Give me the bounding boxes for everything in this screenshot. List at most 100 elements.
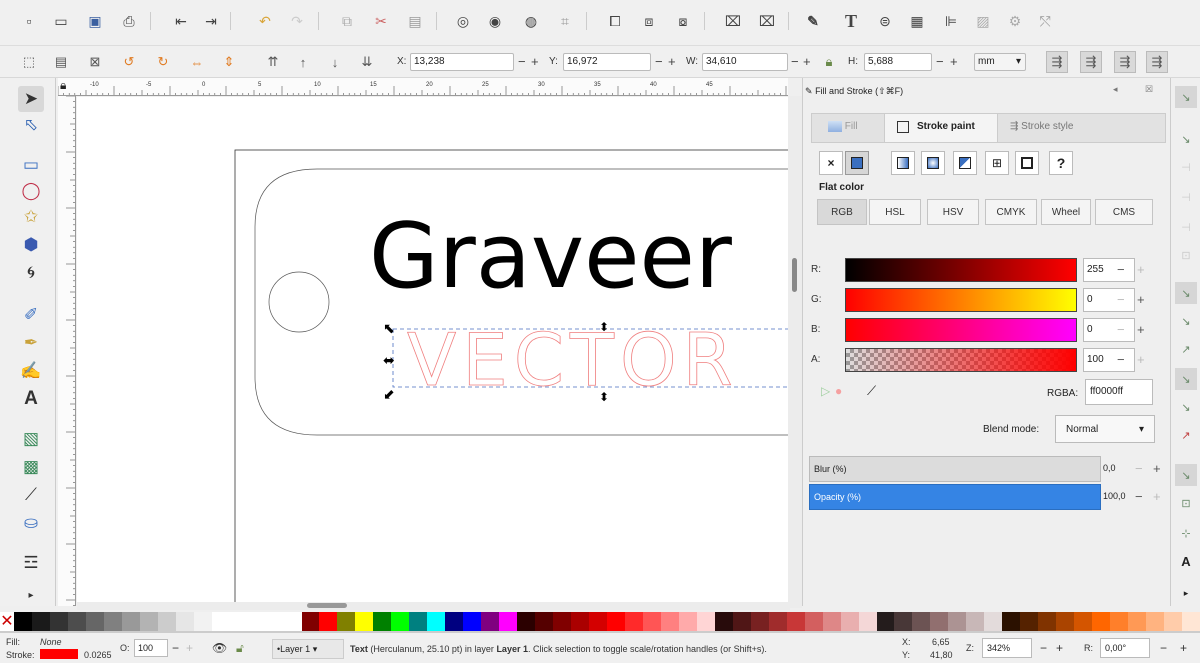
stroke-swatch[interactable]: [40, 649, 78, 659]
palette-swatch[interactable]: [966, 612, 985, 632]
mode-cms-tab[interactable]: CMS: [1095, 199, 1153, 225]
palette-swatch[interactable]: [103, 612, 122, 632]
export-icon[interactable]: ⇥: [200, 10, 222, 32]
palette-swatch[interactable]: [894, 612, 913, 632]
channel-b-slider[interactable]: [845, 318, 1077, 342]
palette-swatch[interactable]: [373, 612, 392, 632]
palette-swatch[interactable]: [157, 612, 176, 632]
palette-swatch[interactable]: [732, 612, 751, 632]
spiral-tool-icon[interactable]: 🌀︎: [18, 260, 44, 286]
objects-dialog-icon[interactable]: ▦: [906, 10, 928, 32]
channel-r-field[interactable]: 255: [1083, 258, 1135, 282]
palette-swatch[interactable]: [786, 612, 805, 632]
select-all-icon[interactable]: ⬚: [18, 51, 40, 73]
star-tool-icon[interactable]: ✩: [18, 204, 44, 230]
layer-visibility-icon[interactable]: 👁︎: [212, 641, 227, 655]
palette-swatch[interactable]: [1110, 612, 1129, 632]
move-patterns-toggle[interactable]: ⇶: [1146, 51, 1168, 73]
w-decrement-button[interactable]: −: [791, 54, 799, 69]
palette-swatch[interactable]: [948, 612, 967, 632]
flip-horizontal-icon[interactable]: ⇔: [186, 51, 208, 73]
x-field[interactable]: 13,238: [410, 53, 514, 71]
paint-radial-button[interactable]: [921, 151, 945, 175]
flip-vertical-icon[interactable]: ⇕: [218, 51, 240, 73]
vector-text[interactable]: VECTOR: [407, 318, 739, 403]
unit-select[interactable]: mm ▾: [974, 53, 1026, 71]
preferences-icon[interactable]: ⚙: [1004, 10, 1026, 32]
zoom-minus[interactable]: −: [1040, 641, 1047, 655]
palette-swatch[interactable]: [1074, 612, 1093, 632]
opacity-status-plus[interactable]: +: [186, 641, 193, 655]
align-distribute-icon[interactable]: ⊫: [940, 10, 962, 32]
blur-plus[interactable]: +: [1153, 461, 1161, 476]
channel-b-minus[interactable]: −: [1117, 322, 1125, 337]
snap-line-mid-icon[interactable]: ↗: [1175, 424, 1197, 446]
palette-swatch[interactable]: [121, 612, 140, 632]
rgba-field[interactable]: ff0000ff: [1085, 379, 1153, 405]
scale-handle-nw[interactable]: ⬉: [383, 320, 395, 336]
palette-swatch[interactable]: [912, 612, 931, 632]
palette-swatch[interactable]: [409, 612, 428, 632]
unlink-clone-icon[interactable]: ⧇: [672, 10, 694, 32]
snap-bbox-corner-icon[interactable]: ⊣: [1175, 186, 1197, 208]
color-picker-icon[interactable]: ⟋: [867, 383, 876, 399]
channel-a-plus[interactable]: +: [1137, 352, 1145, 367]
transform-icon[interactable]: ⤲: [1034, 10, 1056, 32]
palette-swatch[interactable]: [624, 612, 643, 632]
palette-swatch[interactable]: [1164, 612, 1182, 632]
scale-radii-toggle[interactable]: ⇶: [1080, 51, 1102, 73]
opacity-value[interactable]: 100,0: [1103, 491, 1126, 501]
mode-rgb-tab[interactable]: RGB: [817, 199, 867, 225]
palette-swatch[interactable]: [553, 612, 572, 632]
undo-icon[interactable]: ↶: [254, 10, 276, 32]
palette-swatch[interactable]: [750, 612, 769, 632]
palette-swatch[interactable]: [499, 612, 518, 632]
layer-lock-icon[interactable]: 🔓︎: [236, 641, 244, 656]
channel-r-plus[interactable]: +: [1137, 262, 1145, 277]
w-field[interactable]: 34,610: [702, 53, 788, 71]
copy-icon[interactable]: ⧉: [336, 10, 358, 32]
palette-swatch[interactable]: [355, 612, 374, 632]
snap-bbox-edge-icon[interactable]: ⊣: [1175, 156, 1197, 178]
scale-handle-n[interactable]: ⬍: [599, 320, 609, 334]
snap-bbox-icon[interactable]: ↘: [1175, 128, 1197, 150]
deselect-icon[interactable]: ⊠: [84, 51, 106, 73]
stroke-width-value[interactable]: 0.0265: [84, 650, 112, 660]
zoom-width-icon[interactable]: ⌗: [554, 10, 576, 32]
panel-close-icon[interactable]: ☒: [1145, 84, 1153, 95]
palette-swatch[interactable]: [139, 612, 158, 632]
palette-swatch[interactable]: [265, 612, 284, 632]
rectangle-tool-icon[interactable]: ▭: [18, 152, 44, 178]
paint-none-button[interactable]: ×: [819, 151, 843, 175]
palette-swatch[interactable]: [535, 612, 554, 632]
palette-swatch[interactable]: [876, 612, 895, 632]
h-decrement-button[interactable]: −: [936, 54, 944, 69]
mode-hsv-tab[interactable]: HSV: [927, 199, 979, 225]
paint-unset-button[interactable]: ?: [1049, 151, 1073, 175]
raise-to-top-icon[interactable]: ⇈: [262, 51, 284, 73]
import-icon[interactable]: ⇤: [170, 10, 192, 32]
snap-toggle-icon[interactable]: ↘: [1175, 86, 1197, 108]
opacity-slider[interactable]: Opacity (%): [809, 484, 1101, 510]
palette-swatch[interactable]: [589, 612, 607, 632]
x-decrement-button[interactable]: −: [518, 54, 526, 69]
palette-swatch[interactable]: [337, 612, 356, 632]
paste-icon[interactable]: ▤: [404, 10, 426, 32]
dropper-tool-icon[interactable]: ⟋: [18, 482, 44, 508]
pen-tool-icon[interactable]: ✒: [18, 330, 44, 356]
tab-stroke-style[interactable]: ⇶ Stroke style: [1010, 121, 1073, 132]
channel-g-slider[interactable]: [845, 288, 1077, 312]
zoom-field[interactable]: 342%: [982, 638, 1032, 658]
tweak-tool-icon[interactable]: ☲: [18, 550, 44, 576]
scale-handle-s[interactable]: ⬍: [599, 390, 609, 404]
palette-swatch[interactable]: [175, 612, 194, 632]
palette-swatch[interactable]: [840, 612, 859, 632]
y-increment-button[interactable]: +: [668, 54, 676, 69]
palette-swatch[interactable]: [427, 612, 446, 632]
opacity-status-field[interactable]: 100: [134, 639, 168, 657]
channel-r-minus[interactable]: −: [1117, 262, 1125, 277]
palette-swatch[interactable]: [858, 612, 877, 632]
palette-swatch[interactable]: [678, 612, 697, 632]
snap-smooth-icon[interactable]: ↘: [1175, 396, 1197, 418]
palette-swatch[interactable]: [14, 612, 32, 632]
